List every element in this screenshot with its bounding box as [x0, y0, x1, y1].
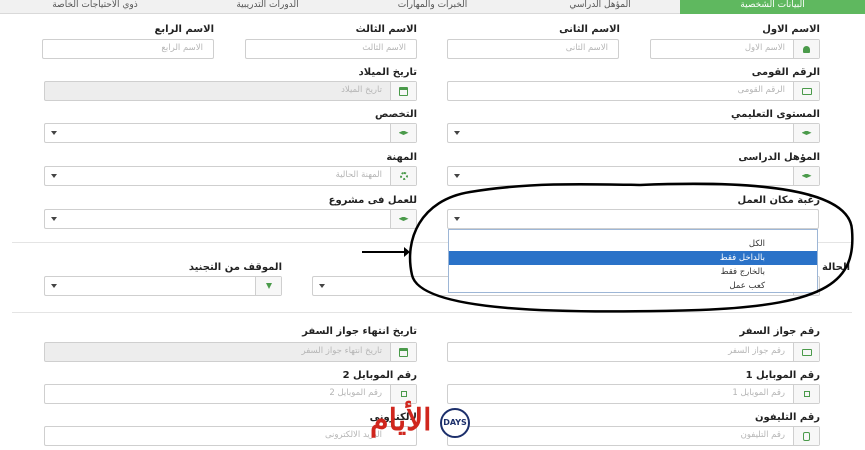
mobile-2-field[interactable]: رقم الموبايل 2 — [44, 384, 417, 404]
mobile-1-field[interactable]: رقم الموبايل 1 — [447, 384, 820, 404]
download-icon — [255, 277, 281, 295]
tab-bar: البيانات الشخصية المؤهل الدراسي الخبرات … — [0, 0, 865, 14]
tab-personal-data[interactable]: البيانات الشخصية — [680, 0, 865, 14]
second-name-field[interactable]: الاسم الثانى — [447, 39, 619, 59]
third-name-placeholder: الاسم الثالث — [362, 43, 406, 53]
specialization-select[interactable] — [44, 123, 417, 143]
watermark-badge: DAYS — [440, 408, 470, 438]
specialization-label: التخصص — [375, 109, 417, 120]
education-level-select[interactable] — [447, 123, 820, 143]
qualification-label: المؤهل الدراسى — [738, 152, 820, 163]
passport-expiry-placeholder: تاريخ انتهاء جواز السفر — [301, 346, 382, 356]
project-work-select[interactable] — [44, 209, 417, 229]
marital-status-label: الحالة ا — [815, 262, 850, 273]
watermark-logo: الأيام DAYS — [370, 403, 510, 447]
occupation-label: المهنة — [386, 152, 417, 163]
education-level-label: المستوى التعليمي — [731, 109, 820, 120]
chevron-down-icon — [454, 131, 460, 135]
national-id-label: الرقم القومى — [751, 67, 820, 78]
fourth-name-label: الاسم الرابع — [154, 24, 214, 35]
mobile-icon — [793, 385, 819, 403]
tab-education[interactable]: المؤهل الدراسي — [520, 0, 680, 14]
graduation-cap-icon — [390, 124, 416, 142]
id-card-icon — [793, 82, 819, 100]
calendar-icon — [390, 82, 416, 100]
user-icon — [793, 40, 819, 58]
graduation-cap-icon — [390, 210, 416, 228]
graduation-cap-icon — [793, 124, 819, 142]
birth-date-label: تاريخ الميلاد — [358, 67, 417, 78]
third-name-field[interactable]: الاسم الثالث — [245, 39, 417, 59]
project-work-label: للعمل فى مشروع — [328, 195, 417, 206]
chevron-down-icon — [454, 174, 460, 178]
first-name-placeholder: الاسم الاول — [744, 43, 785, 53]
tab-special-needs[interactable]: ذوي الاحتياجات الخاصة — [0, 0, 190, 14]
passport-number-placeholder: رقم جواز السفر — [728, 346, 785, 356]
watermark-text: الأيام — [370, 403, 432, 438]
work-place-dropdown: الكل بالداخل فقط بالخارج فقط كعب عمل — [448, 229, 818, 293]
phone-label: رقم التليفون — [754, 412, 820, 423]
mobile-1-label: رقم الموبايل 1 — [745, 370, 820, 381]
military-status-select[interactable] — [44, 276, 282, 296]
graduation-cap-icon — [793, 167, 819, 185]
qualification-select[interactable] — [447, 166, 820, 186]
first-name-label: الاسم الاول — [762, 24, 820, 35]
work-place-option-abroad[interactable]: بالخارج فقط — [449, 265, 817, 279]
birth-date-placeholder: تاريخ الميلاد — [341, 85, 382, 95]
military-status-label: الموقف من التجنيد — [188, 262, 282, 273]
fourth-name-placeholder: الاسم الرابع — [161, 43, 203, 53]
phone-icon — [793, 427, 819, 445]
work-place-label: رغبة مكان العمل — [737, 195, 820, 206]
fourth-name-field[interactable]: الاسم الرابع — [42, 39, 214, 59]
chevron-down-icon — [51, 174, 57, 178]
passport-number-label: رقم جواز السفر — [739, 326, 820, 337]
annotation-arrow — [362, 247, 410, 257]
third-name-label: الاسم الثالث — [355, 24, 417, 35]
occupation-select[interactable]: المهنة الحالية — [44, 166, 417, 186]
mobile-2-placeholder: رقم الموبايل 2 — [329, 388, 382, 398]
occupation-placeholder: المهنة الحالية — [335, 170, 382, 180]
mobile-icon — [390, 385, 416, 403]
chevron-down-icon — [319, 284, 325, 288]
email-field[interactable]: البريد الالكترونى — [44, 426, 417, 446]
passport-expiry-label: تاريخ انتهاء جواز السفر — [302, 326, 417, 337]
birth-date-field[interactable]: تاريخ الميلاد — [44, 81, 417, 101]
section-divider — [12, 312, 852, 313]
work-place-option-work-heel[interactable]: كعب عمل — [449, 279, 817, 293]
calendar-icon — [390, 343, 416, 361]
passport-number-field[interactable]: رقم جواز السفر — [447, 342, 820, 362]
chevron-down-icon — [454, 217, 460, 221]
second-name-label: الاسم الثانى — [559, 24, 620, 35]
chevron-down-icon — [51, 284, 57, 288]
cog-icon — [390, 167, 416, 185]
chevron-down-icon — [51, 217, 57, 221]
tab-experience[interactable]: الخبرات والمهارات — [345, 0, 520, 14]
mobile-1-placeholder: رقم الموبايل 1 — [732, 388, 785, 398]
first-name-field[interactable]: الاسم الاول — [650, 39, 820, 59]
national-id-field[interactable]: الرقم القومى — [447, 81, 820, 101]
work-place-select[interactable] — [447, 209, 819, 229]
second-name-placeholder: الاسم الثانى — [565, 43, 608, 53]
id-card-icon — [793, 343, 819, 361]
tab-courses[interactable]: الدورات التدريبية — [190, 0, 345, 14]
national-id-placeholder: الرقم القومى — [737, 85, 785, 95]
mobile-2-label: رقم الموبايل 2 — [342, 370, 417, 381]
passport-expiry-field[interactable]: تاريخ انتهاء جواز السفر — [44, 342, 417, 362]
chevron-down-icon — [51, 131, 57, 135]
phone-placeholder: رقم التليفون — [740, 430, 785, 440]
work-place-option-all[interactable]: الكل — [449, 237, 817, 251]
work-place-option-inside[interactable]: بالداخل فقط — [449, 251, 817, 265]
